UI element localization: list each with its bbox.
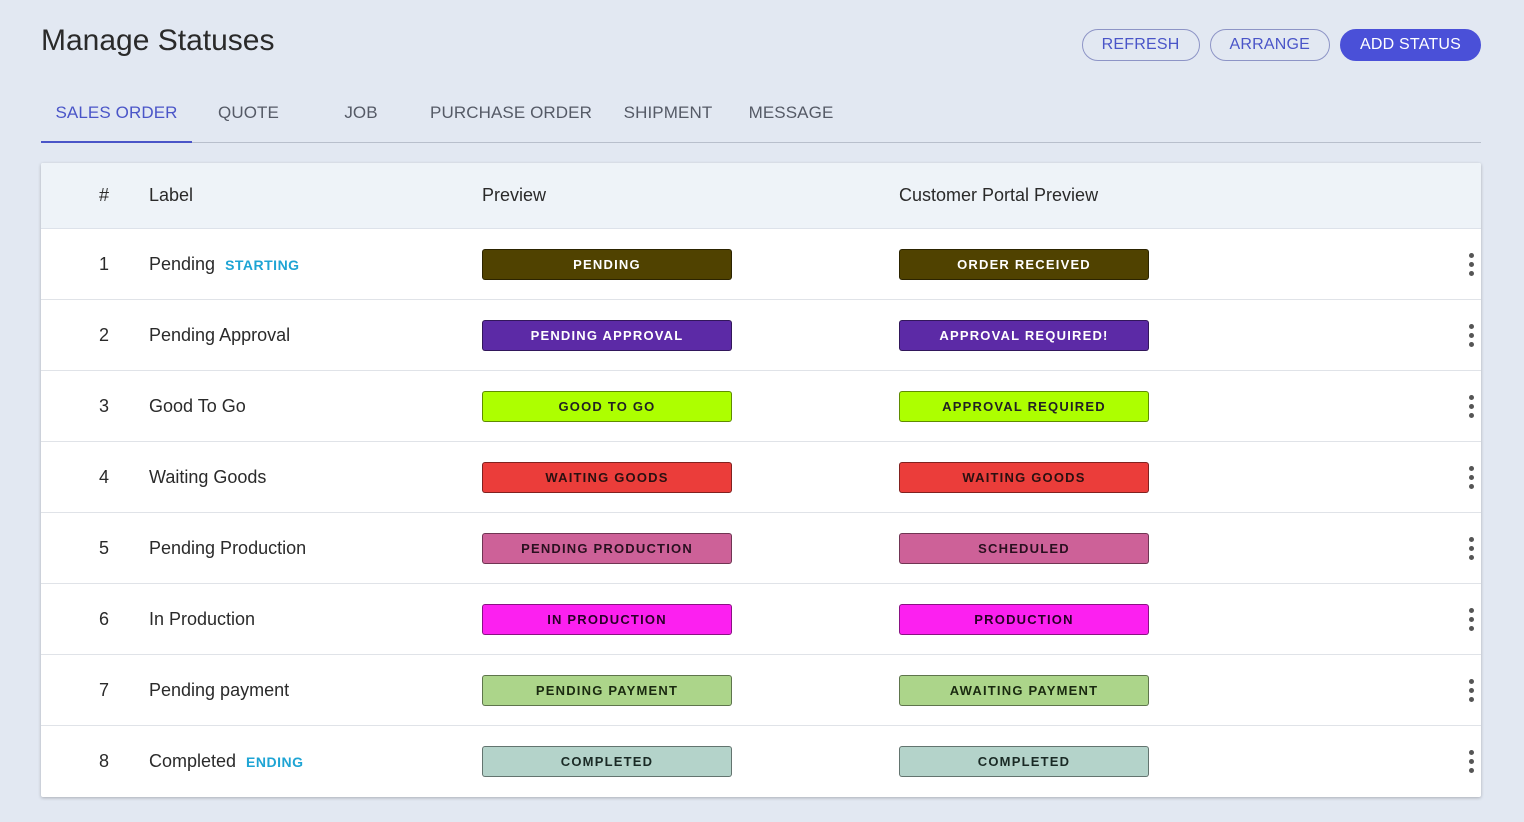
table-row: 8 Completed ENDING COMPLETED COMPLETED bbox=[41, 726, 1481, 797]
status-type-tabs: SALES ORDER QUOTE JOB PURCHASE ORDER SHI… bbox=[41, 84, 1481, 143]
row-number: 6 bbox=[99, 608, 110, 629]
more-vert-icon[interactable] bbox=[1459, 252, 1481, 276]
statuses-table: # Label Preview Customer Portal Preview … bbox=[41, 163, 1481, 797]
tab-shipment[interactable]: SHIPMENT bbox=[605, 84, 731, 142]
table-row: 1 Pending STARTING PENDING ORDER RECEIVED bbox=[41, 229, 1481, 300]
row-number: 8 bbox=[99, 751, 110, 771]
more-vert-icon[interactable] bbox=[1459, 678, 1481, 702]
arrange-button[interactable]: ARRANGE bbox=[1209, 29, 1331, 61]
refresh-button[interactable]: REFRESH bbox=[1081, 29, 1200, 61]
column-header-portal-preview: Customer Portal Preview bbox=[899, 185, 1099, 205]
status-preview-badge: IN PRODUCTION bbox=[482, 603, 732, 635]
portal-preview-badge: COMPLETED bbox=[899, 746, 1149, 777]
more-vert-icon[interactable] bbox=[1459, 394, 1481, 418]
status-label: In Production bbox=[149, 608, 256, 629]
tab-purchase-order[interactable]: PURCHASE ORDER bbox=[417, 84, 605, 142]
status-label: Pending Approval bbox=[149, 324, 291, 345]
more-vert-icon[interactable] bbox=[1459, 323, 1481, 347]
portal-preview-badge: APPROVAL REQUIRED bbox=[899, 390, 1149, 422]
page-title: Manage Statuses bbox=[41, 24, 275, 57]
tab-message[interactable]: MESSAGE bbox=[731, 84, 851, 142]
table-header: # Label Preview Customer Portal Preview bbox=[41, 163, 1481, 229]
more-vert-icon[interactable] bbox=[1459, 536, 1481, 560]
row-number: 3 bbox=[99, 395, 110, 416]
table-row: 2 Pending Approval PENDING APPROVAL APPROVA… bbox=[41, 300, 1481, 371]
table-body: 1 Pending STARTING PENDING ORDER RECEIVED 2 Pe… bbox=[41, 229, 1481, 797]
column-header-number: # bbox=[99, 185, 110, 205]
status-label: Pending bbox=[149, 253, 216, 274]
portal-preview-badge: PRODUCTION bbox=[899, 603, 1149, 635]
portal-preview-badge: APPROVAL REQUIRED! bbox=[899, 319, 1149, 351]
header-actions: REFRESH ARRANGE ADD STATUS bbox=[1081, 29, 1481, 61]
status-tag: STARTING bbox=[225, 256, 300, 273]
status-label: Good To Go bbox=[149, 395, 246, 416]
add-status-button[interactable]: ADD STATUS bbox=[1340, 29, 1481, 61]
portal-preview-badge: AWAITING PAYMENT bbox=[899, 674, 1149, 706]
column-header-label: Label bbox=[149, 185, 194, 205]
status-preview-badge: PENDING PRODUCTION bbox=[482, 532, 732, 564]
more-vert-icon[interactable] bbox=[1459, 607, 1481, 631]
column-header-preview: Preview bbox=[482, 185, 547, 205]
status-preview-badge: GOOD TO GO bbox=[482, 390, 732, 422]
row-number: 5 bbox=[99, 537, 110, 558]
status-preview-badge: PENDING PAYMENT bbox=[482, 674, 732, 706]
table-row: 4 Waiting Goods WAITING GOODS WAITING GOODS bbox=[41, 442, 1481, 513]
more-vert-icon[interactable] bbox=[1459, 465, 1481, 489]
portal-preview-badge: WAITING GOODS bbox=[899, 461, 1149, 493]
portal-preview-badge: ORDER RECEIVED bbox=[899, 248, 1149, 280]
status-preview-badge: WAITING GOODS bbox=[482, 461, 732, 493]
portal-preview-badge: SCHEDULED bbox=[899, 532, 1149, 564]
table-row: 6 In Production IN PRODUCTION PRODUCTION bbox=[41, 584, 1481, 655]
more-vert-icon[interactable] bbox=[1459, 750, 1481, 774]
status-label: Waiting Goods bbox=[149, 466, 267, 487]
status-preview-badge: COMPLETED bbox=[482, 746, 732, 777]
status-label: Pending Production bbox=[149, 537, 307, 558]
row-number: 2 bbox=[99, 324, 110, 345]
row-number: 1 bbox=[99, 253, 110, 274]
status-label: Completed bbox=[149, 751, 237, 771]
table-row: 3 Good To Go GOOD TO GO APPROVAL REQUIRED bbox=[41, 371, 1481, 442]
tab-quote[interactable]: QUOTE bbox=[192, 84, 305, 142]
tab-job[interactable]: JOB bbox=[305, 84, 417, 142]
status-preview-badge: PENDING APPROVAL bbox=[482, 319, 732, 351]
tab-sales-order[interactable]: SALES ORDER bbox=[41, 84, 192, 143]
row-number: 4 bbox=[99, 466, 110, 487]
status-preview-badge: PENDING bbox=[482, 248, 732, 280]
row-number: 7 bbox=[99, 679, 110, 700]
table-row: 5 Pending Production PENDING PRODUCTION SCH… bbox=[41, 513, 1481, 584]
table-row: 7 Pending payment PENDING PAYMENT AWAITING … bbox=[41, 655, 1481, 726]
status-label: Pending payment bbox=[149, 679, 290, 700]
status-tag: ENDING bbox=[246, 754, 304, 770]
